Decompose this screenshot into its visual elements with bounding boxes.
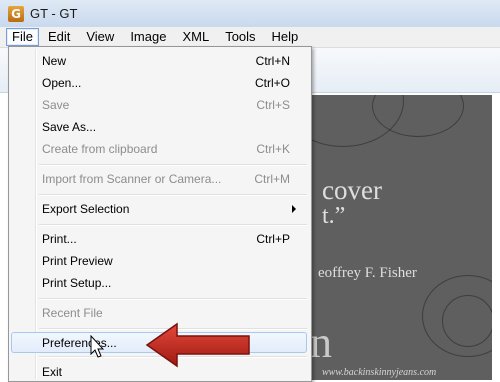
menu-item-import-scanner[interactable]: Import from Scanner or Camera... Ctrl+M (12, 169, 306, 189)
image-text-line3: eoffrey F. Fisher (318, 265, 417, 281)
menu-item-export-selection[interactable]: Export Selection (12, 199, 306, 219)
menu-item-open[interactable]: Open... Ctrl+O (12, 73, 306, 93)
document-image: cover t.” eoffrey F. Fisher n www.backin… (312, 95, 492, 380)
menu-item-save[interactable]: Save Ctrl+S (12, 95, 306, 115)
menu-item-new[interactable]: New Ctrl+N (12, 51, 306, 71)
submenu-arrow-icon (292, 205, 296, 213)
menu-edit[interactable]: Edit (41, 28, 77, 46)
image-text-line4: n (312, 318, 332, 367)
menu-tools[interactable]: Tools (218, 28, 262, 46)
menu-file[interactable]: File (6, 28, 39, 46)
menu-separator (39, 298, 307, 300)
image-text-line1: cover (322, 175, 382, 205)
mouse-cursor-icon (90, 335, 105, 358)
menu-image[interactable]: Image (123, 28, 173, 46)
image-watermark: www.backinskinnyjeans.com (322, 367, 437, 378)
menu-separator (39, 224, 307, 226)
annotation-arrow-icon (145, 322, 250, 368)
image-text-line2: t.” (322, 203, 346, 229)
menu-item-create-from-clipboard[interactable]: Create from clipboard Ctrl+K (12, 139, 306, 159)
menu-separator (39, 164, 307, 166)
window-titlebar: G GT - GT (0, 0, 500, 28)
menu-item-print-setup[interactable]: Print Setup... (12, 273, 306, 293)
menu-item-recent-file[interactable]: Recent File (12, 303, 306, 323)
menu-item-save-as[interactable]: Save As... (12, 117, 306, 137)
menu-separator (39, 194, 307, 196)
window-title: GT - GT (30, 6, 78, 21)
app-logo-icon: G (8, 5, 24, 22)
menubar: File Edit View Image XML Tools Help (0, 27, 500, 48)
menu-help[interactable]: Help (265, 28, 306, 46)
menu-item-print-preview[interactable]: Print Preview (12, 251, 306, 271)
menu-xml[interactable]: XML (175, 28, 216, 46)
menu-item-print[interactable]: Print... Ctrl+P (12, 229, 306, 249)
menu-view[interactable]: View (79, 28, 121, 46)
